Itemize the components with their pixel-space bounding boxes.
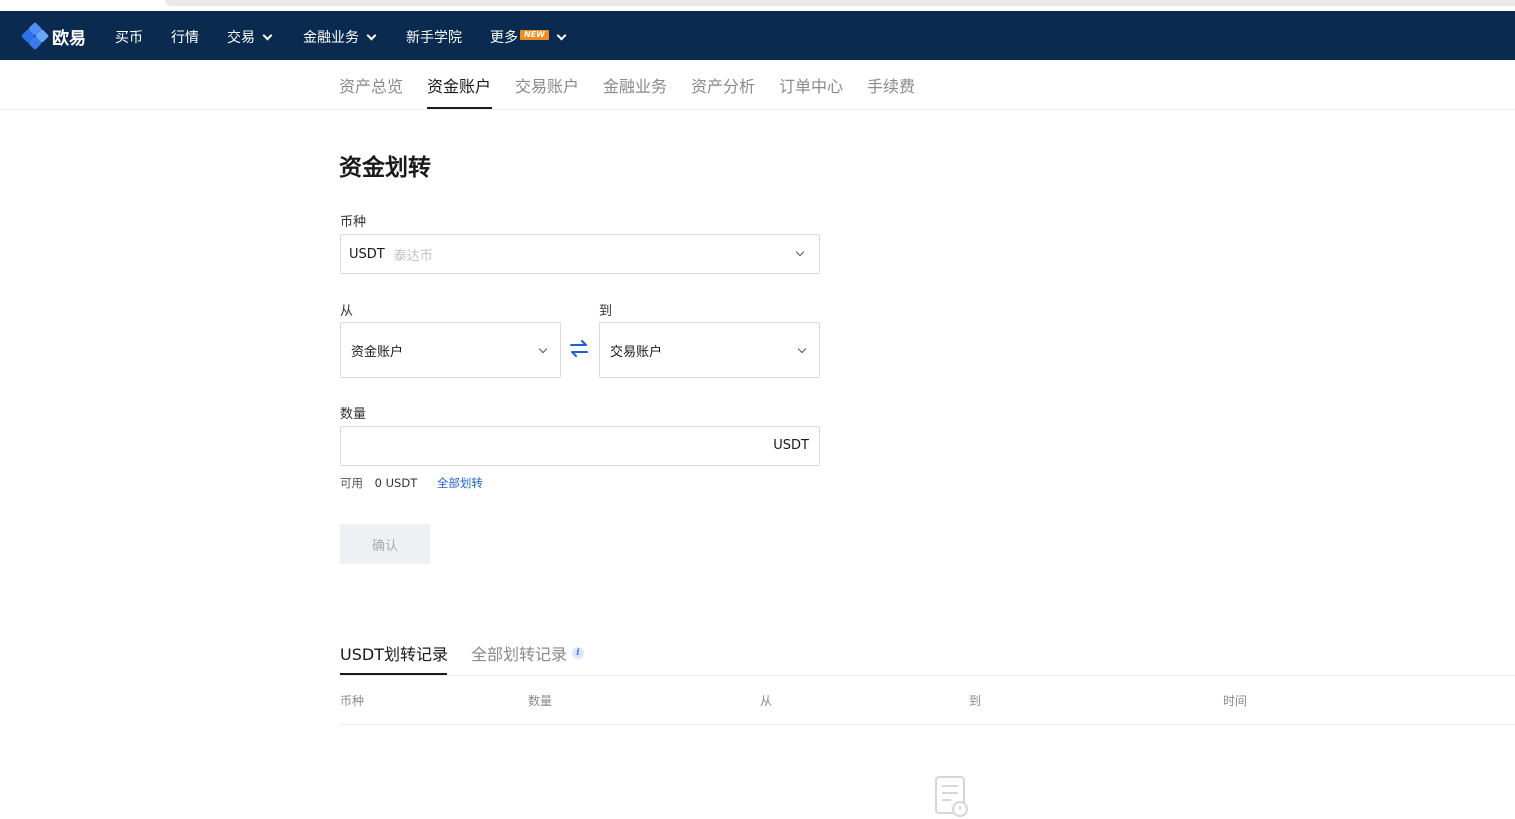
to-account-select[interactable]: 交易账户 — [599, 322, 820, 378]
nav-item-finance[interactable]: 金融业务 — [303, 27, 377, 47]
nav-item-buy[interactable]: 买币 — [115, 27, 143, 47]
currency-label: 币种 — [340, 215, 367, 230]
header-divider — [340, 724, 1515, 725]
confirm-button[interactable]: 确认 — [340, 524, 430, 564]
nav-item-label: 交易 — [227, 30, 255, 46]
nav-item-label: 更多 — [490, 30, 518, 46]
nav-item-more[interactable]: 更多 NEW — [490, 27, 567, 47]
tab-funding-account[interactable]: 资金账户 — [427, 73, 491, 97]
available-balance: 可用 0 USDT 全部划转 — [340, 475, 483, 491]
new-badge: NEW — [520, 29, 549, 40]
column-header-from: 从 — [760, 694, 773, 708]
tab-fees[interactable]: 手续费 — [867, 73, 915, 97]
from-account-value: 资金账户 — [351, 344, 404, 360]
chevron-down-icon — [795, 247, 805, 257]
tab-orders[interactable]: 订单中心 — [779, 73, 843, 97]
column-header-to: 到 — [969, 694, 982, 708]
asset-subnav: 资产总览 资金账户 交易账户 金融业务 资产分析 订单中心 手续费 — [0, 60, 1515, 110]
currency-select[interactable]: USDT 泰达币 — [340, 234, 820, 274]
nav-item-academy[interactable]: 新手学院 — [406, 27, 462, 47]
chevron-down-icon — [797, 344, 807, 354]
nav-item-label: 买币 — [115, 30, 143, 46]
amount-unit: USDT — [773, 438, 809, 453]
amount-input[interactable] — [349, 435, 749, 457]
transfer-all-link[interactable]: 全部划转 — [437, 476, 483, 490]
tab-analysis[interactable]: 资产分析 — [691, 73, 755, 97]
from-label: 从 — [340, 304, 354, 319]
tab-all-records-label: 全部划转记录 — [471, 645, 568, 664]
nav-item-markets[interactable]: 行情 — [171, 27, 199, 47]
nav-item-trade[interactable]: 交易 — [227, 27, 273, 47]
nav-item-label: 金融业务 — [303, 30, 359, 46]
currency-name: 泰达币 — [393, 248, 433, 264]
amount-field[interactable]: USDT — [340, 426, 820, 466]
tab-overview[interactable]: 资产总览 — [339, 73, 403, 97]
available-label: 可用 — [340, 476, 363, 490]
brand-name: 欧易 — [52, 28, 86, 49]
active-tab-underline — [427, 107, 492, 109]
to-account-value: 交易账户 — [610, 344, 663, 360]
to-label: 到 — [599, 304, 613, 319]
amount-label: 数量 — [340, 407, 367, 422]
browser-strip-bar — [165, 0, 1515, 6]
column-header-amount: 数量 — [528, 694, 553, 708]
from-account-select[interactable]: 资金账户 — [340, 322, 561, 378]
records-divider — [340, 675, 1515, 676]
chevron-down-icon — [366, 30, 377, 40]
page-title: 资金划转 — [339, 155, 431, 181]
browser-top-strip — [0, 0, 1515, 11]
available-value: 0 USDT — [374, 476, 418, 490]
chevron-down-icon — [556, 30, 567, 40]
nav-item-label: 新手学院 — [406, 30, 462, 46]
chevron-down-icon — [262, 30, 273, 40]
currency-value: USDT — [349, 246, 385, 262]
swap-icon[interactable] — [569, 340, 589, 358]
tab-trading-account[interactable]: 交易账户 — [515, 73, 579, 97]
empty-records-icon — [935, 776, 968, 817]
nav-item-label: 行情 — [171, 30, 199, 46]
top-nav: 欧易 买币 行情 交易 金融业务 新手学院 更多 NEW — [0, 11, 1515, 60]
brand-logo-icon — [20, 21, 50, 51]
column-header-time: 时间 — [1223, 694, 1248, 708]
info-icon[interactable]: i — [572, 647, 585, 659]
chevron-down-icon — [538, 344, 548, 354]
tab-finance[interactable]: 金融业务 — [603, 73, 667, 97]
brand-logo[interactable]: 欧易 — [20, 21, 86, 51]
tab-all-records[interactable]: 全部划转记录 i — [471, 641, 585, 665]
tab-usdt-records[interactable]: USDT划转记录 — [340, 641, 448, 665]
column-header-currency: 币种 — [340, 694, 365, 708]
